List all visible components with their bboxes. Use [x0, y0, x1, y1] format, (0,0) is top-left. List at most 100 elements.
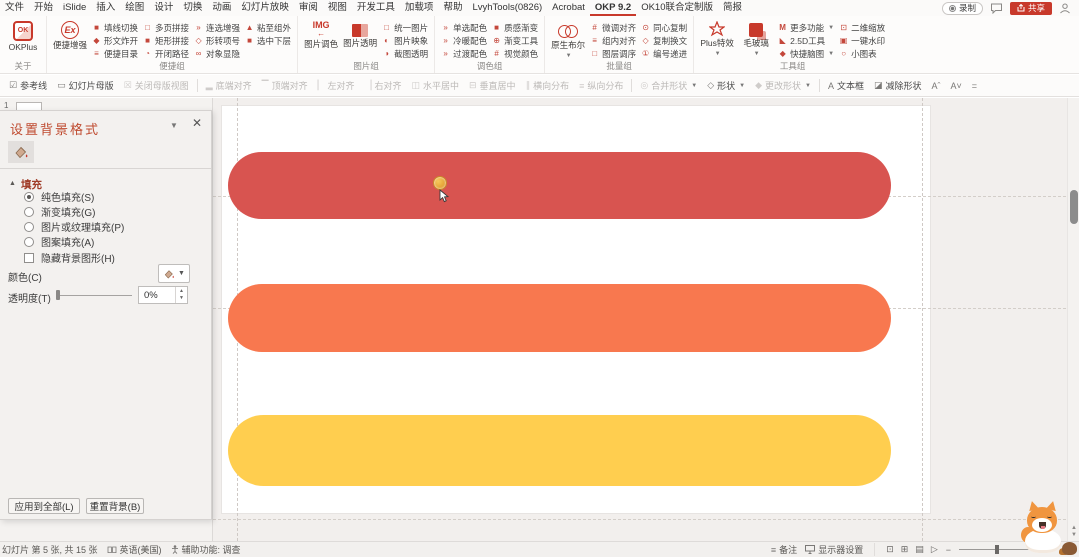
ribbon-btn-warm-cool-palette[interactable]: » 冷暖配色: [441, 35, 487, 46]
ribbon-btn-one-key-watermark[interactable]: ▣ 一键水印: [839, 35, 885, 46]
radio-option-gradient-fill[interactable]: 渐变填充(G): [24, 204, 95, 219]
toolbar-shapes[interactable]: ◇ 形状 ▼: [702, 75, 750, 97]
spinner-arrows[interactable]: ▲ ▼: [175, 287, 187, 303]
menu-transitions[interactable]: 切换: [178, 0, 207, 16]
ribbon-btn-object-visibility[interactable]: ∞ 对象显隐: [194, 48, 240, 59]
ribbon-btn-quick-mindmap[interactable]: ◆ 快捷脑图 ▼: [778, 48, 835, 59]
ribbon-btn-layer-order[interactable]: □ 图层调序: [590, 48, 636, 59]
accessibility-status[interactable]: 辅助功能: 调查: [171, 543, 241, 556]
toolbar-close-master[interactable]: ☒ 关闭母版视图: [119, 75, 194, 97]
menu-design[interactable]: 设计: [149, 0, 178, 16]
ribbon-btn-single-palette[interactable]: » 单选配色: [441, 22, 487, 33]
ribbon-btn-copy-replace-text[interactable]: ◇ 复制换文: [641, 35, 688, 46]
panel-close-icon[interactable]: ✕: [192, 116, 202, 130]
rounded-banner-shape-red[interactable]: [228, 152, 891, 219]
transparency-slider[interactable]: [60, 295, 132, 296]
toolbar-distribute-vertical[interactable]: ≡ 纵向分布: [574, 75, 628, 97]
apply-to-all-button[interactable]: 应用到全部(L): [8, 498, 80, 514]
frosted-glass-button[interactable]: 毛玻璃 ▼: [739, 18, 773, 61]
ribbon-btn-25d-tool[interactable]: ◣ 2.5D工具: [778, 35, 834, 46]
ribbon-btn-visual-color[interactable]: # 视觉颜色: [492, 48, 538, 59]
ribbon-btn-fill-line-toggle[interactable]: ■ 填线切换: [92, 22, 138, 33]
ribbon-btn-rect-join[interactable]: ■ 矩形拼接: [143, 35, 189, 46]
zoom-out-button[interactable]: −: [946, 545, 951, 555]
toolbar-align-right[interactable]: ▕ 右对齐: [360, 75, 407, 97]
menu-file[interactable]: 文件: [0, 0, 29, 16]
fill-section-caret-icon[interactable]: ▲: [9, 180, 16, 187]
menu-acrobat[interactable]: Acrobat: [547, 0, 590, 16]
menu-view[interactable]: 视图: [323, 0, 352, 16]
ribbon-btn-number-sequence[interactable]: ① 编号递进: [641, 48, 687, 59]
toolbar-align-top[interactable]: ▔ 顶端对齐: [257, 75, 313, 97]
menu-jianbao[interactable]: 简报: [718, 0, 747, 16]
ribbon-btn-screenshot-transparent[interactable]: ◑ 截图透明: [382, 48, 428, 59]
toolbar-textbox[interactable]: A 文本框: [823, 75, 869, 97]
ribbon-btn-more-functions[interactable]: M 更多功能 ▼: [778, 22, 834, 33]
ribbon-btn-group-inner-align[interactable]: ≡ 组内对齐: [590, 35, 636, 46]
user-avatar-icon[interactable]: [1059, 3, 1071, 14]
okplus-about-button[interactable]: OK OKPlus: [6, 18, 40, 61]
language-status[interactable]: 英语(美国): [107, 543, 162, 556]
ribbon-btn-paste-outside-group[interactable]: ▲ 粘至组外: [245, 22, 291, 33]
zoom-slider[interactable]: [959, 545, 1029, 554]
radio-option-solid-fill[interactable]: 纯色填充(S): [24, 189, 94, 204]
toolbar-change-shape[interactable]: ◆ 更改形状 ▼: [750, 75, 816, 97]
menu-draw[interactable]: 绘图: [120, 0, 149, 16]
radio-option-pattern-fill[interactable]: 图案填充(A): [24, 234, 94, 249]
ribbon-btn-qr-zoom[interactable]: ⊡ 二维缩放: [839, 22, 885, 33]
display-settings-button[interactable]: 显示器设置: [805, 543, 863, 556]
transparency-spinbox[interactable]: 0% ▲ ▼: [138, 286, 188, 304]
menu-okp-active-tab[interactable]: OKP 9.2: [590, 0, 636, 16]
toolbar-merge-shapes[interactable]: ◎ 合并形状 ▼: [635, 75, 702, 97]
zoom-slider-thumb[interactable]: [995, 545, 999, 554]
ribbon-btn-texture-gradient[interactable]: ■ 质感渐变: [492, 22, 538, 33]
ribbon-btn-gradient-tool[interactable]: ⊕ 渐变工具: [492, 35, 538, 46]
menu-insert[interactable]: 插入: [91, 0, 120, 16]
menu-slideshow[interactable]: 幻灯片放映: [236, 0, 294, 16]
spin-up-icon[interactable]: ▲: [179, 288, 184, 295]
menu-animations[interactable]: 动画: [207, 0, 236, 16]
menu-islide[interactable]: iSlide: [58, 0, 91, 16]
toolbar-align-bottom[interactable]: ▂ 底端对齐: [201, 75, 257, 97]
ribbon-btn-open-close-path[interactable]: ◔ 开闭路径: [143, 48, 189, 59]
checkbox-hide-background[interactable]: 隐藏背景图形(H): [24, 250, 115, 265]
panel-options-caret-icon[interactable]: ▼: [170, 121, 178, 130]
toolbar-subtract-shape[interactable]: ◪ 减除形状: [869, 75, 927, 97]
fill-tab[interactable]: [8, 141, 34, 163]
convenient-enhance-button[interactable]: Ex 便捷增强: [53, 18, 87, 61]
menu-addins[interactable]: 加载项: [400, 0, 439, 16]
share-button[interactable]: 共享: [1009, 1, 1052, 15]
ribbon-btn-mini-chart[interactable]: ○ 小图表: [839, 48, 885, 59]
scrollbar-thumb[interactable]: [1070, 190, 1078, 224]
ribbon-btn-quick-toc[interactable]: ≡ 便捷目录: [92, 48, 138, 59]
radio-picture-icon[interactable]: [24, 221, 34, 232]
rounded-banner-shape-yellow[interactable]: [228, 415, 891, 486]
notes-button[interactable]: ≡ 备注: [771, 543, 797, 556]
toolbar-center-vertical[interactable]: ⊟ 垂直居中: [464, 75, 521, 97]
slide-sorter-view-button[interactable]: ⊞: [901, 544, 909, 555]
mascot-pet[interactable]: [1021, 497, 1079, 557]
color-picker-button[interactable]: ▼: [158, 264, 190, 283]
spin-down-icon[interactable]: ▼: [179, 295, 184, 302]
transparency-slider-handle[interactable]: [56, 290, 60, 300]
normal-view-button[interactable]: ⊡: [886, 544, 894, 555]
toolbar-equal-size[interactable]: =: [967, 75, 982, 97]
plus-effects-button[interactable]: Plus特效 ▼: [700, 18, 734, 61]
ribbon-btn-multipage-join[interactable]: □ 多页拼接: [143, 22, 189, 33]
radio-gradient-icon[interactable]: [24, 206, 34, 217]
toolbar-slide-master[interactable]: ▭ 幻灯片母版: [52, 75, 119, 97]
toolbar-increase-font[interactable]: Aˆ: [927, 75, 946, 97]
ribbon-btn-unify-picture[interactable]: □ 统一图片: [382, 22, 428, 33]
menu-home[interactable]: 开始: [29, 0, 58, 16]
toolbar-center-horizontal[interactable]: ◫ 水平居中: [406, 75, 464, 97]
reset-background-button[interactable]: 重置背景(B): [86, 498, 144, 514]
native-boolean-button[interactable]: 原生布尔 ▼: [551, 18, 585, 61]
ribbon-btn-shape-text-explode[interactable]: ◆ 形文炸开: [92, 35, 138, 46]
record-button[interactable]: 录制: [941, 1, 983, 15]
checkbox-icon[interactable]: [24, 252, 34, 263]
menu-help[interactable]: 帮助: [438, 0, 467, 16]
radio-option-picture-fill[interactable]: 图片或纹理填充(P): [24, 219, 124, 234]
ribbon-btn-multi-select[interactable]: » 连选增强: [194, 22, 240, 33]
vertical-scrollbar[interactable]: ▲ ▼: [1067, 98, 1079, 541]
ribbon-btn-select-lower-layer[interactable]: ■ 选中下层: [245, 35, 291, 46]
